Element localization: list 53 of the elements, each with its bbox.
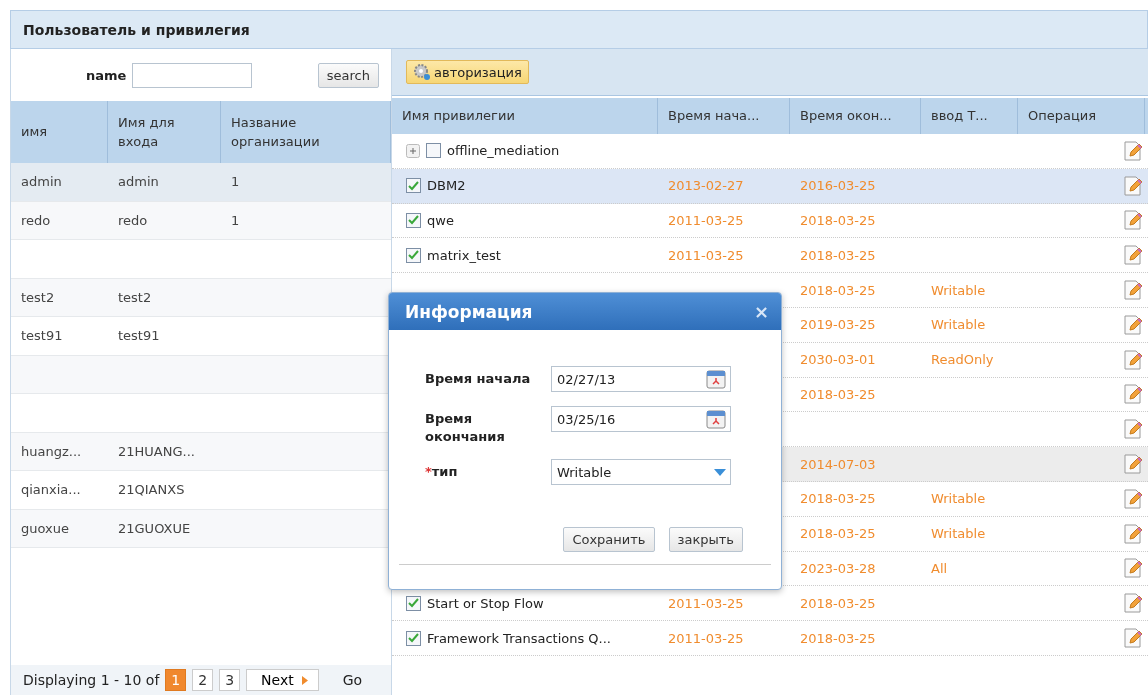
table-cell-text: admin: [117, 174, 160, 190]
privilege-name: DBM2: [427, 178, 466, 194]
table-cell-text: admin: [20, 174, 63, 190]
end-date: 2018-03-25: [800, 213, 876, 228]
access-type: Writable: [931, 282, 986, 298]
table-cell-text: 1: [230, 212, 241, 228]
start-date: 2011-03-25: [668, 630, 744, 646]
privilege-name: qwe: [427, 213, 454, 228]
access-type: ReadOnly: [931, 352, 994, 368]
pager-summary: Displaying 1 - 10 of: [23, 672, 160, 688]
start-date: 2011-03-25: [668, 213, 744, 228]
end-date: 2018-03-25: [800, 491, 876, 507]
access-type: Writable: [931, 491, 986, 507]
panel-title: Пользователь и привилегия: [10, 10, 1148, 49]
privilege-name: offline_mediation: [447, 143, 560, 159]
table-cell-text: 21GUOXUE: [117, 520, 192, 536]
end-date: 2018-03-25: [800, 386, 876, 402]
access-type: Writable: [931, 317, 986, 333]
access-type: Writable: [931, 526, 986, 542]
start-date: 2011-03-25: [668, 247, 744, 263]
end-date: 2018-03-25: [800, 247, 876, 263]
end-date: 2018-03-25: [800, 526, 876, 542]
end-date: 2018-03-25: [800, 595, 876, 611]
table-cell-text: 21HUANG...: [117, 443, 196, 459]
table-cell-text: 1: [230, 174, 241, 190]
end-date: 2019-03-25: [800, 317, 876, 333]
privilege-name: Framework Transactions Q...: [427, 630, 611, 646]
table-cell-text: test91: [117, 328, 161, 344]
table-cell-text: guoxue: [20, 520, 70, 536]
end-date: 2018-03-25: [800, 630, 876, 646]
table-cell-text: test2: [117, 289, 153, 305]
start-date: 2011-03-25: [668, 595, 744, 611]
end-date: 2014-07-03: [800, 456, 876, 472]
table-cell-text: test91: [20, 328, 64, 344]
search-label: name: [86, 67, 127, 83]
table-cell-text: huangz...: [20, 443, 83, 459]
table-cell-text: redo: [117, 212, 149, 228]
end-date: 2023-03-28: [800, 560, 876, 576]
end-date: 2030-03-01: [800, 352, 876, 368]
goto-label: Go: [342, 672, 363, 688]
access-type: All: [931, 560, 948, 576]
table-cell-text: qianxia...: [20, 482, 82, 498]
end-date: 2016-03-25: [800, 178, 876, 194]
end-date: 2018-03-25: [800, 282, 876, 298]
start-date: 2013-02-27: [668, 178, 744, 194]
field-label: Время окончания: [425, 410, 506, 446]
privilege-name: matrix_test: [427, 247, 501, 263]
table-cell-text: 21QIANXS: [117, 482, 186, 498]
field-label: Время начала: [425, 370, 532, 388]
table-cell-text: redo: [20, 212, 52, 228]
privilege-name: Start or Stop Flow: [427, 595, 544, 611]
field-label: *тип: [425, 463, 459, 481]
table-cell-text: test2: [20, 289, 56, 305]
